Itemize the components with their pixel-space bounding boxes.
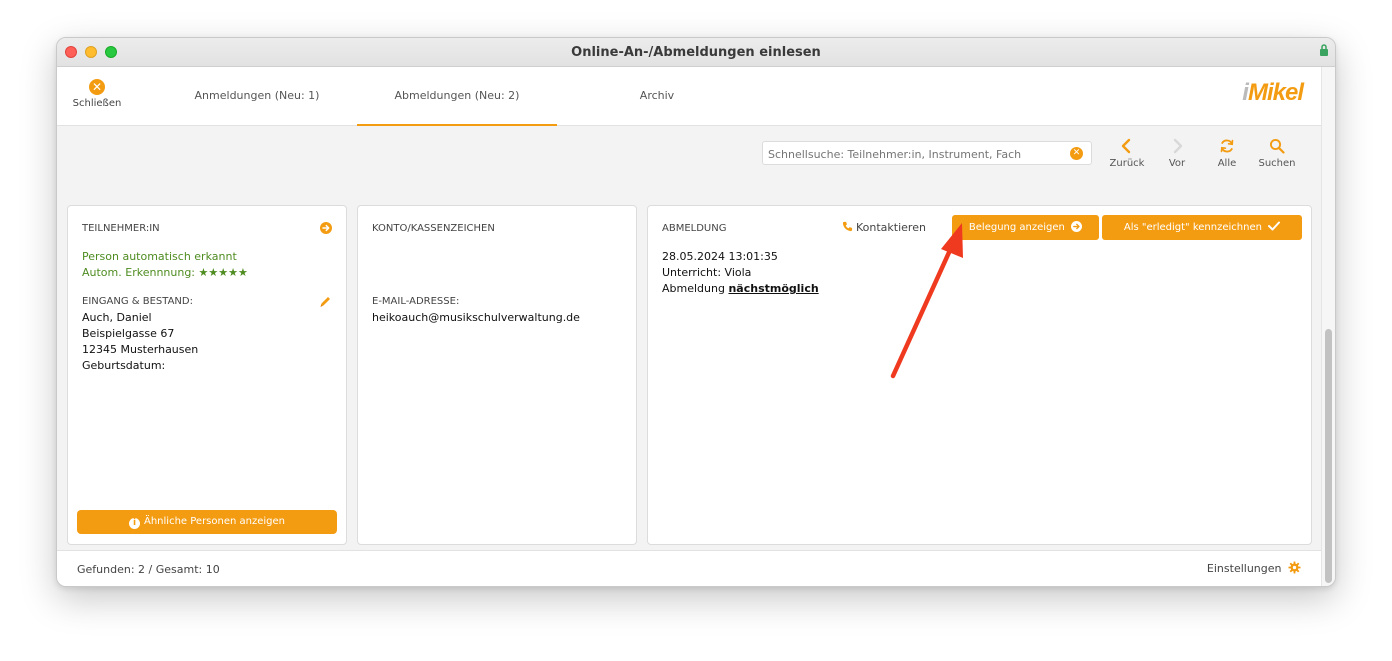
address-line-street: Beispielgasse 67 [82, 327, 175, 340]
recognition-rating: Autom. Erkennnung: ★★★★★ [82, 266, 248, 279]
arrow-right-circle-icon [1071, 221, 1083, 232]
app-window: Online-An-/Abmeldungen einlesen ✕ Schlie… [56, 37, 1336, 587]
search-bar: ✕ Zurück Vor Alle Suchen [57, 126, 1323, 196]
back-button[interactable]: Zurück [1102, 138, 1152, 169]
mark-done-label: Als "erledigt" kennzeichnen [1123, 222, 1262, 233]
pencil-icon[interactable] [319, 295, 332, 308]
cancellation-heading: ABMELDUNG [662, 223, 727, 234]
status-bar: Gefunden: 2 / Gesamt: 10 Einstellungen [57, 550, 1323, 586]
notice-value-link[interactable]: nächstmöglich [728, 282, 818, 295]
address-line-name: Auch, Daniel [82, 311, 152, 324]
tab-anmeldungen[interactable]: Anmeldungen (Neu: 1) [157, 67, 357, 126]
scrollbar-thumb[interactable] [1325, 329, 1332, 583]
show-booking-button[interactable]: Belegung anzeigen [952, 215, 1099, 240]
lock-icon [1320, 44, 1328, 56]
chevron-right-icon [1173, 138, 1183, 154]
window-title: Online-An-/Abmeldungen einlesen [571, 45, 821, 60]
chevron-left-icon [1121, 138, 1131, 154]
forward-button[interactable]: Vor [1152, 138, 1202, 169]
address-line-city: 12345 Musterhausen [82, 343, 199, 356]
participant-panel: TEILNEHMER:IN Person automatisch erkannt… [67, 205, 347, 545]
participant-heading: TEILNEHMER:IN [82, 223, 160, 234]
checkmark-icon [1268, 221, 1281, 231]
email-value: heikoauch@musikschulverwaltung.de [372, 311, 580, 324]
account-panel: KONTO/KASSENZEICHEN E-MAIL-ADRESSE: heik… [357, 205, 637, 545]
similar-persons-button[interactable]: i Ähnliche Personen anzeigen [77, 510, 337, 534]
cancellation-date: 28.05.2024 13:01:35 [662, 250, 778, 263]
close-button[interactable]: ✕ Schließen [69, 79, 125, 109]
vertical-scrollbar[interactable] [1321, 67, 1335, 586]
birthdate-label: Geburtsdatum: [82, 359, 166, 372]
search-button[interactable]: Suchen [1252, 138, 1302, 169]
forward-label: Vor [1168, 158, 1186, 169]
search-input[interactable] [768, 145, 1063, 163]
search-box: ✕ [762, 141, 1092, 165]
phone-icon [842, 221, 853, 232]
all-label: Alle [1217, 158, 1237, 169]
imikel-logo: iMikel [1242, 79, 1304, 106]
settings-button[interactable]: Einstellungen [1207, 561, 1301, 575]
notice-prefix: Abmeldung [662, 282, 725, 295]
similar-persons-label: Ähnliche Personen anzeigen [144, 516, 285, 527]
all-button[interactable]: Alle [1202, 138, 1252, 169]
close-icon: ✕ [89, 79, 105, 95]
mark-done-button[interactable]: Als "erledigt" kennzeichnen [1102, 215, 1302, 240]
show-booking-label: Belegung anzeigen [968, 222, 1065, 233]
settings-label: Einstellungen [1206, 562, 1282, 575]
cancellation-panel: ABMELDUNG Kontaktieren Belegung anzeigen… [647, 205, 1312, 545]
tab-archiv[interactable]: Archiv [557, 67, 757, 126]
person-recognized-text: Person automatisch erkannt [82, 250, 237, 263]
search-icon [1269, 138, 1285, 154]
contact-label: Kontaktieren [856, 221, 926, 234]
info-icon: i [129, 518, 140, 529]
found-count: Gefunden: 2 / Gesamt: 10 [77, 563, 220, 576]
title-bar: Online-An-/Abmeldungen einlesen [57, 38, 1335, 67]
gear-icon [1288, 561, 1301, 574]
stock-heading: EINGANG & BESTAND: [82, 296, 193, 307]
clear-search-icon[interactable]: ✕ [1070, 147, 1083, 160]
refresh-icon [1220, 139, 1234, 153]
email-heading: E-MAIL-ADRESSE: [372, 296, 460, 307]
contact-button[interactable]: Kontaktieren [842, 221, 926, 234]
cancellation-notice: Abmeldung nächstmöglich [662, 281, 819, 297]
tab-abmeldungen[interactable]: Abmeldungen (Neu: 2) [357, 67, 557, 126]
arrow-right-circle-icon[interactable] [320, 222, 332, 234]
toolbar: ✕ Schließen Anmeldungen (Neu: 1) Abmeldu… [57, 67, 1323, 126]
close-label: Schließen [72, 98, 122, 109]
back-label: Zurück [1109, 158, 1145, 169]
lesson-text: Unterricht: Viola [662, 266, 752, 279]
search-label: Suchen [1258, 158, 1296, 169]
account-heading: KONTO/KASSENZEICHEN [372, 223, 495, 234]
